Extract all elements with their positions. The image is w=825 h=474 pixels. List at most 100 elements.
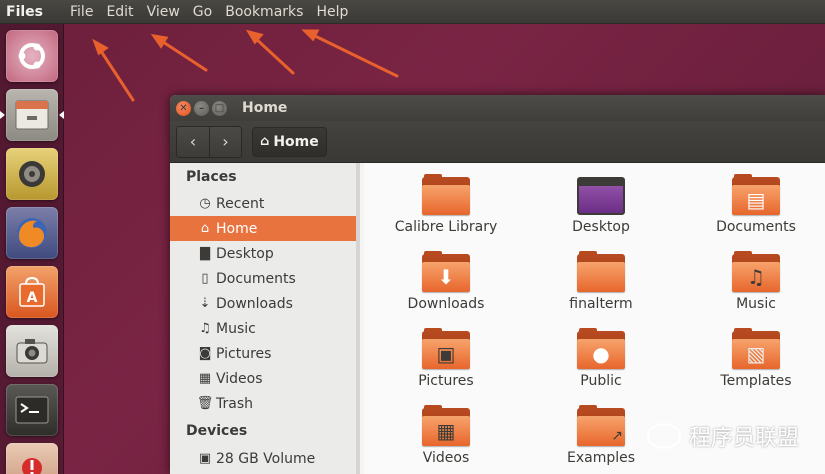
- drive-icon: ▣: [198, 451, 212, 466]
- file-label: Examples: [566, 450, 636, 466]
- focus-indicator-icon: [59, 111, 64, 119]
- maximize-icon[interactable]: □: [212, 100, 227, 116]
- file-item-pictures[interactable]: ▣ Pictures: [381, 328, 511, 389]
- sidebar-item-label: Desktop: [216, 245, 274, 262]
- home-icon: ⌂: [200, 221, 210, 236]
- film-icon: ▦: [198, 371, 212, 386]
- file-label: Music: [736, 296, 776, 312]
- file-item-downloads[interactable]: ⬇ Downloads: [381, 251, 511, 312]
- updates-icon[interactable]: [6, 443, 58, 474]
- nav-buttons: ‹ ›: [176, 125, 242, 158]
- app-name: Files: [6, 3, 43, 20]
- chat-bubble-icon: [646, 423, 681, 449]
- sidebar-item-label: Downloads: [216, 295, 293, 312]
- file-label: Pictures: [418, 373, 474, 389]
- file-label: Downloads: [407, 296, 485, 312]
- file-item-templates[interactable]: ▧ Templates: [691, 328, 821, 389]
- file-label: Desktop: [572, 219, 630, 235]
- downloads-folder-icon: ⬇: [422, 251, 470, 292]
- sidebar-item-label: Trash: [216, 395, 253, 412]
- camera-icon[interactable]: [6, 325, 58, 377]
- places-heading: Places: [186, 169, 237, 185]
- videos-folder-icon: ▦: [422, 405, 470, 446]
- desktop-folder-icon: ▇: [200, 246, 210, 261]
- firefox-icon[interactable]: [6, 207, 58, 259]
- camera-icon: ◙: [198, 346, 212, 361]
- svg-text:A: A: [27, 290, 38, 306]
- file-label: Public: [580, 373, 622, 389]
- menu-file[interactable]: File: [70, 4, 93, 20]
- sidebar-item-recent[interactable]: ◷ Recent: [170, 191, 356, 216]
- sidebar-item-music[interactable]: ♫ Music: [170, 316, 356, 341]
- watermark: 程序员联盟: [646, 420, 799, 452]
- sidebar-item-pictures[interactable]: ◙ Pictures: [170, 341, 356, 366]
- window-title: Home: [242, 100, 288, 116]
- file-manager-window: ✕ – □ Home ‹ › ⌂ Home Places ◷ Recent ⌂ Ho…: [170, 95, 825, 474]
- sidebar-item-videos[interactable]: ▦ Videos: [170, 366, 356, 391]
- file-item-music[interactable]: ♫ Music: [691, 251, 821, 312]
- close-icon[interactable]: ✕: [176, 100, 191, 116]
- menu-edit[interactable]: Edit: [106, 4, 133, 20]
- folder-icon: [577, 251, 625, 292]
- sidebar-item-label: Videos: [216, 370, 263, 387]
- file-item-desktop[interactable]: Desktop: [536, 177, 666, 235]
- software-center-icon[interactable]: A: [6, 266, 58, 318]
- home-icon: ⌂: [260, 134, 270, 149]
- music-icon: ♫: [199, 321, 211, 336]
- file-label: Calibre Library: [394, 219, 498, 235]
- sidebar-item-label: Pictures: [216, 345, 272, 362]
- sidebar-item-label: Documents: [216, 270, 296, 287]
- document-icon: ▯: [201, 271, 209, 286]
- file-label: Templates: [720, 373, 792, 389]
- download-icon: ⇣: [199, 296, 211, 311]
- file-label: finalterm: [569, 296, 633, 312]
- sidebar-item-downloads[interactable]: ⇣ Downloads: [170, 291, 356, 316]
- forward-button[interactable]: ›: [209, 126, 241, 157]
- file-item-finalterm[interactable]: finalterm: [536, 251, 666, 312]
- ubuntu-dash-icon[interactable]: [6, 30, 58, 82]
- sidebar-item-documents[interactable]: ▯ Documents: [170, 266, 356, 291]
- devices-heading: Devices: [186, 423, 248, 439]
- files-icon[interactable]: [6, 89, 58, 141]
- folder-icon: [422, 174, 470, 215]
- active-indicator-icon: [0, 111, 5, 119]
- sidebar-item-desktop[interactable]: ▇ Desktop: [170, 241, 356, 266]
- launcher: A: [0, 24, 64, 474]
- sidebar-item-label: 28 GB Volume: [216, 450, 316, 467]
- rhythmbox-icon[interactable]: [6, 148, 58, 200]
- sidebar-item-volume[interactable]: ▣ 28 GB Volume: [170, 446, 356, 471]
- file-item-videos[interactable]: ▦ Videos: [381, 405, 511, 466]
- file-label: Documents: [716, 219, 796, 235]
- sidebar-item-trash[interactable]: 🗑 Trash: [170, 391, 356, 416]
- file-item-public[interactable]: ● Public: [536, 328, 666, 389]
- music-folder-icon: ♫: [732, 251, 780, 292]
- templates-folder-icon: ▧: [732, 328, 780, 369]
- menu-go[interactable]: Go: [193, 4, 212, 20]
- file-item-calibre-library[interactable]: Calibre Library: [381, 174, 511, 235]
- menu-bookmarks[interactable]: Bookmarks: [225, 4, 303, 20]
- back-button[interactable]: ‹: [177, 126, 209, 157]
- trash-icon: 🗑: [196, 396, 214, 411]
- desktop-icon: [577, 177, 625, 215]
- window-titlebar[interactable]: ✕ – □ Home: [170, 95, 825, 121]
- watermark-text: 程序员联盟: [688, 426, 799, 451]
- toolbar: ‹ › ⌂ Home: [170, 121, 825, 163]
- breadcrumb-label: Home: [273, 133, 319, 150]
- sidebar: Places ◷ Recent ⌂ Home ▇ Desktop ▯ Documents…: [170, 163, 360, 474]
- public-folder-icon: ●: [577, 328, 625, 369]
- sidebar-item-label: Home: [216, 220, 258, 237]
- sidebar-item-home[interactable]: ⌂ Home: [170, 216, 356, 241]
- file-item-documents[interactable]: ▤ Documents: [691, 174, 821, 235]
- sidebar-item-label: Music: [216, 320, 256, 337]
- menu-view[interactable]: View: [147, 4, 180, 20]
- terminal-icon[interactable]: [6, 384, 58, 436]
- minimize-icon[interactable]: –: [194, 100, 209, 116]
- sidebar-item-label: Recent: [216, 195, 265, 212]
- menu-help[interactable]: Help: [316, 4, 348, 20]
- menu-bar: File Edit View Go Bookmarks Help: [70, 4, 361, 20]
- breadcrumb-home[interactable]: ⌂ Home: [252, 126, 327, 157]
- clock-icon: ◷: [199, 196, 211, 211]
- file-label: Videos: [422, 450, 470, 466]
- pictures-folder-icon: ▣: [422, 328, 470, 369]
- examples-link-icon: ↗: [577, 405, 625, 446]
